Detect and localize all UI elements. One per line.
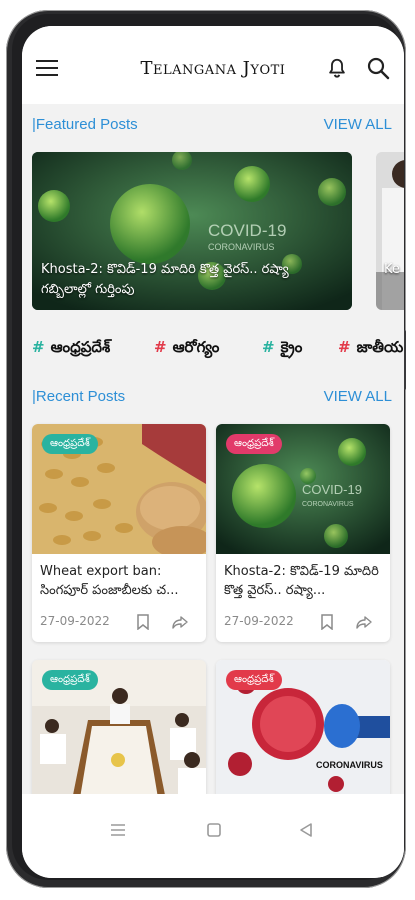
tag-item[interactable]: # ఆంధ్రప్రదేశ్ bbox=[32, 338, 110, 360]
category-badge: ఆంధ్రప్రదేశ్ bbox=[42, 670, 98, 690]
post-date: 27-09-2022 bbox=[224, 614, 294, 628]
tag-list: # ఆంధ్రప్రదేశ్ # ఆరోగ్యం # క్రైం # జాతీయ bbox=[32, 338, 404, 360]
svg-text:CORONAVIRUS: CORONAVIRUS bbox=[302, 501, 354, 508]
featured-post-title: Khosta-2: కొవిడ్-19 మాదిరి కొత్త వైరస్..… bbox=[41, 262, 289, 297]
coronavirus-label: CORONAVIRUS bbox=[316, 760, 383, 770]
nav-home-icon[interactable] bbox=[206, 822, 222, 838]
wheat-image: ఆంధ్రప్రదేశ్ bbox=[32, 424, 206, 554]
bell-icon[interactable] bbox=[326, 56, 348, 80]
tag-item[interactable]: # జాతీయ bbox=[338, 338, 403, 360]
bookmark-icon[interactable] bbox=[320, 614, 334, 630]
bookmark-icon[interactable] bbox=[136, 614, 150, 630]
category-badge: ఆంధ్రప్రదేశ్ bbox=[42, 434, 98, 454]
virus-image: COVID-19 CORONAVIRUS ఆంధ్రప్రదేశ్ bbox=[216, 424, 390, 554]
recent-post-title: Wheat export ban: సింగపూర్ పంజాబీలకు చ..… bbox=[40, 564, 179, 598]
featured-view-all-button[interactable]: VIEW ALL bbox=[324, 116, 392, 133]
featured-post-card-next[interactable]: Ke bbox=[376, 152, 404, 310]
featured-header: |Featured Posts VIEW ALL bbox=[32, 116, 392, 136]
featured-post-title-next: Ke bbox=[384, 262, 400, 277]
person-image bbox=[376, 152, 404, 310]
recent-post-title: Khosta-2: కొవిడ్-19 మాదిరి కొత్త వైరస్..… bbox=[224, 564, 379, 598]
search-icon[interactable] bbox=[366, 56, 390, 80]
tag-item[interactable]: # క్రైం bbox=[262, 338, 302, 360]
nav-menu-icon[interactable] bbox=[110, 822, 126, 838]
category-badge: ఆంధ్రప్రదేశ్ bbox=[226, 670, 282, 690]
nav-back-icon[interactable] bbox=[298, 822, 314, 838]
recent-post-footer: 27-09-2022 bbox=[32, 602, 206, 642]
featured-post-card[interactable]: COVID-19 CORONAVIRUS Khosta-2: కొవిడ్-19… bbox=[32, 152, 352, 310]
tag-item[interactable]: # ఆరోగ్యం bbox=[154, 338, 219, 360]
svg-text:COVID-19: COVID-19 bbox=[302, 482, 362, 497]
recent-post-card[interactable]: COVID-19 CORONAVIRUS ఆంధ్రప్రదేశ్ Khosta… bbox=[216, 424, 390, 642]
share-icon[interactable] bbox=[356, 614, 372, 630]
coronavirus-boxing-image: CORONAVIRUS ఆంధ్రప్రదేశ్ bbox=[216, 660, 390, 800]
svg-text:COVID-19: COVID-19 bbox=[208, 221, 286, 240]
recent-post-card[interactable]: ఆంధ్రప్రదేశ్ bbox=[32, 660, 206, 800]
recent-view-all-button[interactable]: VIEW ALL bbox=[324, 388, 392, 405]
app-bar: Telangana Jyoti bbox=[22, 26, 404, 104]
screen: Telangana Jyoti |Featured Posts VIEW ALL bbox=[22, 26, 404, 878]
recent-title: |Recent Posts bbox=[32, 388, 126, 405]
svg-text:CORONAVIRUS: CORONAVIRUS bbox=[208, 242, 274, 252]
recent-post-card[interactable]: ఆంధ్రప్రదేశ్ Wheat export ban: సింగపూర్ … bbox=[32, 424, 206, 642]
post-date: 27-09-2022 bbox=[40, 614, 110, 628]
meeting-image: ఆంధ్రప్రదేశ్ bbox=[32, 660, 206, 800]
share-icon[interactable] bbox=[172, 614, 188, 630]
category-badge: ఆంధ్రప్రదేశ్ bbox=[226, 434, 282, 454]
recent-post-card[interactable]: CORONAVIRUS ఆంధ్రప్రదేశ్ bbox=[216, 660, 390, 800]
featured-title: |Featured Posts bbox=[32, 116, 138, 133]
system-nav-bar bbox=[22, 794, 404, 878]
recent-post-footer: 27-09-2022 bbox=[216, 602, 390, 642]
phone-frame: Telangana Jyoti |Featured Posts VIEW ALL bbox=[6, 10, 406, 888]
recent-header: |Recent Posts VIEW ALL bbox=[32, 388, 392, 408]
